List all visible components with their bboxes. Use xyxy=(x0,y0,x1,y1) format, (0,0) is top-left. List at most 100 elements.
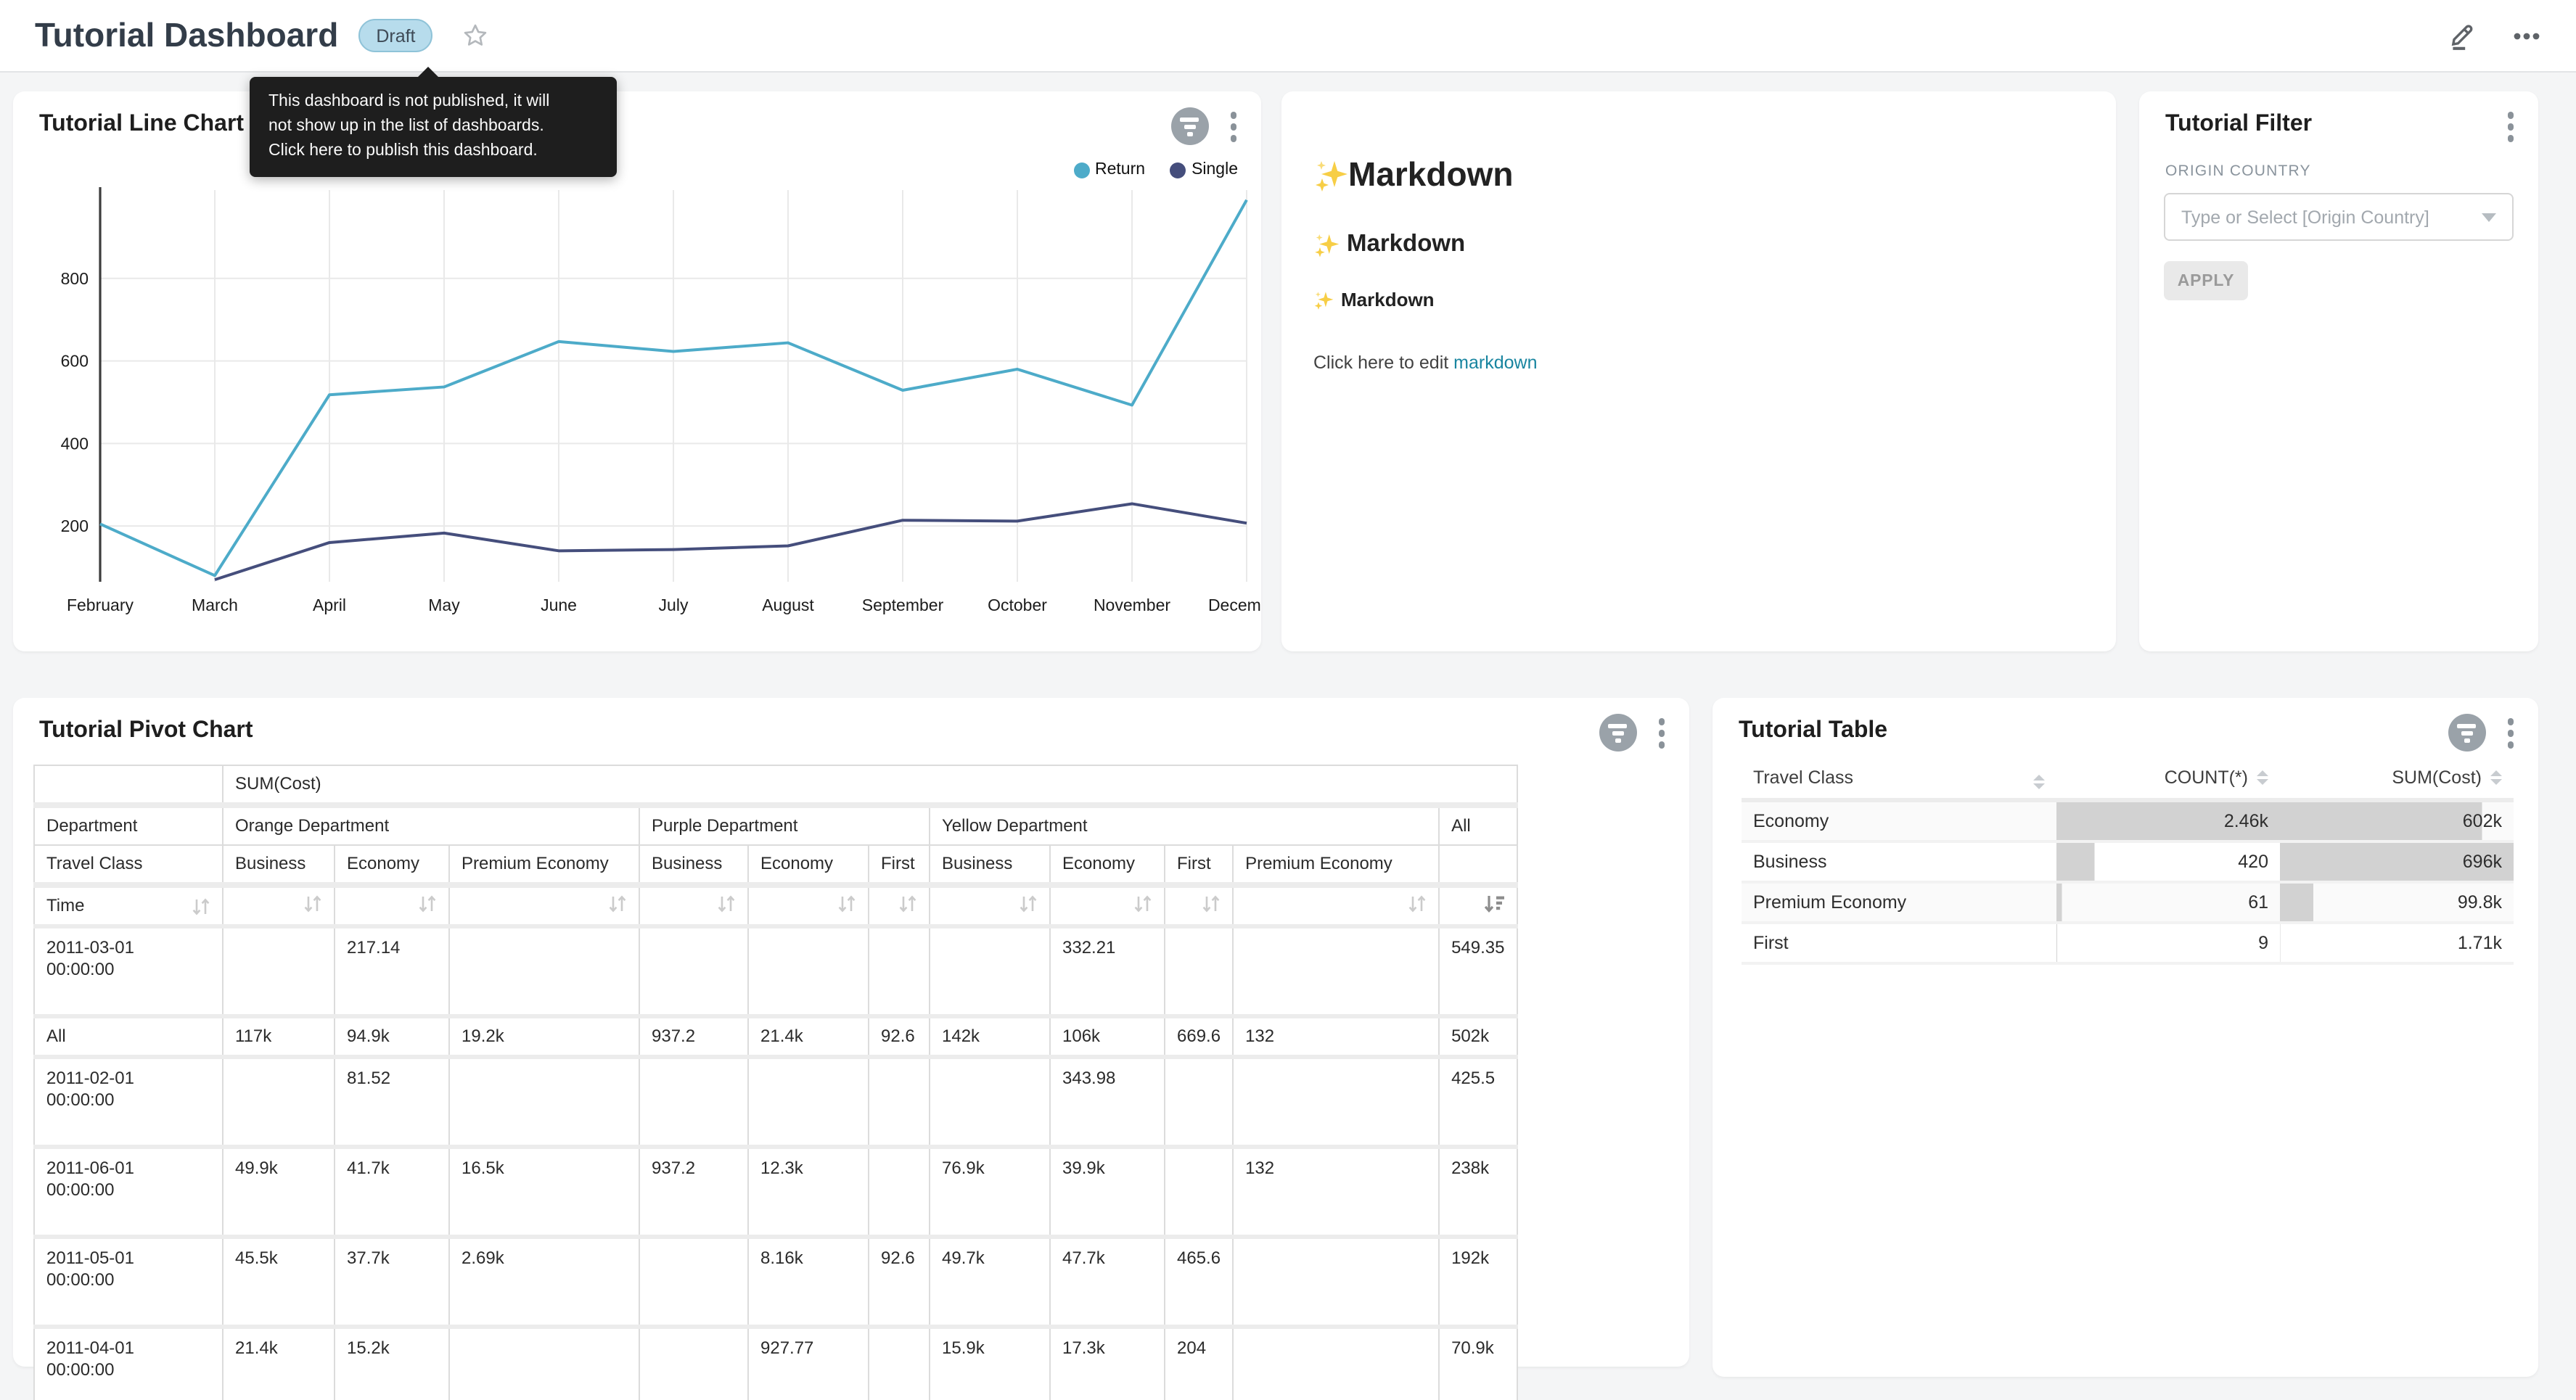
chart-legend: Return Single xyxy=(1073,161,1238,178)
pivot-cell xyxy=(748,1057,869,1147)
cell-travel-class: First xyxy=(1742,923,2056,963)
table-row: Business420696k xyxy=(1742,841,2514,882)
sparkles-icon xyxy=(1313,157,1348,192)
chart-kebab-menu-icon[interactable] xyxy=(1652,714,1670,752)
pivot-cell: 937.2 xyxy=(639,1016,748,1057)
pivot-sort-header xyxy=(639,885,748,926)
pivot-class-col: Economy xyxy=(1050,845,1165,885)
pivot-class-col: First xyxy=(869,845,930,885)
cell-sum-cost: 99.8k xyxy=(2280,882,2514,923)
x-tick-label: October xyxy=(988,596,1047,614)
sort-icon[interactable] xyxy=(1202,895,1221,913)
sort-icon[interactable] xyxy=(192,897,210,915)
pivot-row-header: 2011-05-0100:00:00 xyxy=(34,1237,223,1327)
cross-filter-icon[interactable] xyxy=(2448,715,2485,752)
pivot-sort-header xyxy=(748,885,869,926)
pivot-class-col: Economy xyxy=(335,845,449,885)
pivot-row: 2011-02-0100:00:0081.52343.98425.5 xyxy=(34,1057,1517,1147)
sort-icon[interactable] xyxy=(303,895,322,913)
y-tick-label: 600 xyxy=(61,352,89,371)
sparkles-icon xyxy=(1313,231,1340,258)
origin-country-select[interactable]: Type or Select [Origin Country] xyxy=(2164,193,2514,241)
publish-tooltip: This dashboard is not published, it will… xyxy=(250,77,617,177)
pivot-class-col: Business xyxy=(223,845,335,885)
table-row: Economy2.46k602k xyxy=(1742,800,2514,841)
page-title: Tutorial Dashboard xyxy=(35,16,338,55)
pivot-cell xyxy=(449,926,639,1016)
pivot-cell: 21.4k xyxy=(223,1327,335,1400)
line-chart-svg[interactable]: 200400600800FebruaryMarchAprilMayJuneJul… xyxy=(13,184,1261,637)
legend-item[interactable]: Return xyxy=(1073,161,1145,178)
pivot-cell xyxy=(449,1327,639,1400)
table-chart-title[interactable]: Tutorial Table xyxy=(1739,718,1887,744)
tutorial-table-wrap: Travel ClassCOUNT(*)SUM(Cost)Economy2.46… xyxy=(1742,756,2514,965)
sort-icon[interactable] xyxy=(418,895,437,913)
pivot-cell xyxy=(1165,1147,1233,1237)
x-tick-label: September xyxy=(862,596,944,614)
markdown-h3: Markdown xyxy=(1313,289,2087,310)
markdown-paragraph: Click here to edit markdown xyxy=(1313,353,2087,373)
cross-filter-icon[interactable] xyxy=(1599,715,1636,752)
x-tick-label: February xyxy=(67,596,134,614)
sort-icon[interactable] xyxy=(1133,895,1152,913)
pivot-cell xyxy=(1233,1327,1439,1400)
pivot-cell: 669.6 xyxy=(1165,1016,1233,1057)
pivot-dept-group: Yellow Department xyxy=(930,805,1439,845)
pivot-sort-header xyxy=(1439,885,1517,926)
pivot-cell: 49.9k xyxy=(223,1147,335,1237)
table-row: Premium Economy6199.8k xyxy=(1742,882,2514,923)
pivot-row-header: 2011-02-0100:00:00 xyxy=(34,1057,223,1147)
pivot-cell xyxy=(639,1327,748,1400)
line-chart-title[interactable]: Tutorial Line Chart xyxy=(39,112,244,138)
edit-pencil-icon[interactable] xyxy=(2447,20,2477,51)
x-tick-label: March xyxy=(192,596,238,614)
pivot-class-col: First xyxy=(1165,845,1233,885)
sort-icon[interactable] xyxy=(608,895,627,913)
sort-caret-icon xyxy=(2257,770,2268,784)
pivot-cell: 502k xyxy=(1439,1016,1517,1057)
cell-sum-cost: 602k xyxy=(2280,800,2514,841)
more-menu-icon[interactable] xyxy=(2512,21,2541,50)
x-tick-label: August xyxy=(762,596,814,614)
pivot-sort-header xyxy=(449,885,639,926)
tooltip-line: Click here to publish this dashboard. xyxy=(268,139,598,164)
pivot-cell xyxy=(869,1327,930,1400)
pivot-chart-title[interactable]: Tutorial Pivot Chart xyxy=(39,718,253,744)
pivot-cell xyxy=(1233,1057,1439,1147)
tutorial-table: Travel ClassCOUNT(*)SUM(Cost)Economy2.46… xyxy=(1742,756,2514,965)
apply-button[interactable]: APPLY xyxy=(2164,261,2248,300)
filter-kebab-menu-icon[interactable] xyxy=(2501,107,2519,146)
favorite-star-icon[interactable] xyxy=(462,22,490,49)
sort-icon[interactable] xyxy=(717,895,736,913)
legend-dot-icon xyxy=(1170,162,1186,178)
markdown-card[interactable]: Markdown Markdown Markdown Click here to… xyxy=(1281,91,2116,651)
chart-kebab-menu-icon[interactable] xyxy=(1224,107,1242,146)
col-header-count[interactable]: COUNT(*) xyxy=(2056,756,2280,800)
pivot-cell: 12.3k xyxy=(748,1147,869,1237)
sort-icon[interactable] xyxy=(837,895,856,913)
series-line-single[interactable] xyxy=(215,503,1247,580)
sort-icon[interactable] xyxy=(1408,895,1427,913)
col-header-travel-class[interactable]: Travel Class xyxy=(1742,756,2056,800)
markdown-edit-link[interactable]: markdown xyxy=(1453,353,1537,373)
pivot-cell: 132 xyxy=(1233,1147,1439,1237)
dashboard-page: Tutorial Dashboard Draft This dashboard … xyxy=(0,0,2576,1400)
pivot-cell: 217.14 xyxy=(335,926,449,1016)
draft-badge[interactable]: Draft xyxy=(358,19,432,52)
cross-filter-icon[interactable] xyxy=(1170,108,1208,146)
sort-icon[interactable] xyxy=(898,895,917,913)
pivot-class-col: Business xyxy=(930,845,1050,885)
pivot-corner-cell xyxy=(34,765,223,805)
pivot-cell: 16.5k xyxy=(449,1147,639,1237)
sort-icon[interactable] xyxy=(1019,895,1038,913)
pivot-sort-header xyxy=(1165,885,1233,926)
chart-kebab-menu-icon[interactable] xyxy=(2501,714,2519,752)
line-chart-card: Tutorial Line Chart ReturnSingle 2004006… xyxy=(13,91,1261,651)
pivot-cell: 132 xyxy=(1233,1016,1439,1057)
pivot-cell xyxy=(223,926,335,1016)
sort-desc-active-icon[interactable] xyxy=(1482,895,1504,913)
col-header-sum-cost[interactable]: SUM(Cost) xyxy=(2280,756,2514,800)
pivot-cell: 465.6 xyxy=(1165,1237,1233,1327)
legend-item[interactable]: Single xyxy=(1170,161,1238,178)
y-tick-label: 800 xyxy=(61,269,89,288)
